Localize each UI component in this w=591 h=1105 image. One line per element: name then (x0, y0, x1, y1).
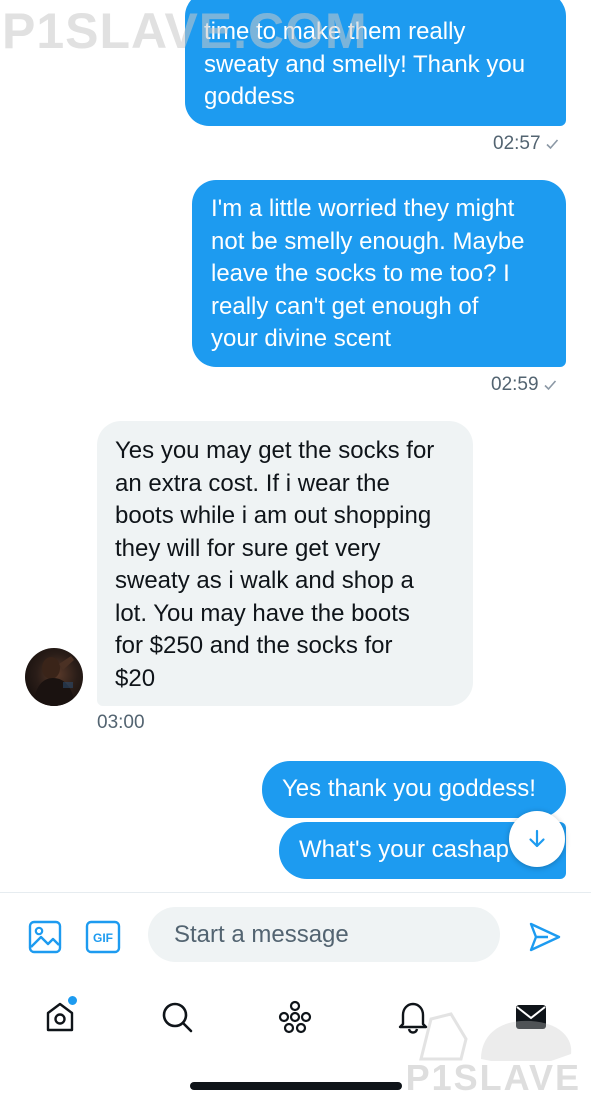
sent-check-icon (543, 380, 556, 391)
tab-spaces[interactable] (271, 993, 319, 1041)
mail-icon (516, 1005, 546, 1029)
add-media-button[interactable] (27, 919, 63, 955)
send-icon (529, 922, 561, 952)
message-timestamp: 02:59 (491, 374, 557, 396)
timestamp-text: 02:59 (491, 374, 539, 395)
message-composer: GIF (0, 892, 591, 976)
spaces-icon (278, 1000, 312, 1034)
tab-search[interactable] (153, 993, 201, 1041)
gif-label: GIF (93, 931, 113, 945)
message-bubble-incoming[interactable]: Yes you may get the socks for an extra c… (97, 421, 473, 706)
conversation[interactable]: time to make them really sweaty and smel… (0, 0, 591, 892)
avatar-photo (33, 656, 75, 706)
image-icon (28, 920, 62, 954)
sender-avatar[interactable] (25, 648, 83, 706)
bottom-navigation (0, 975, 591, 1105)
timestamp-text: 02:57 (493, 133, 541, 154)
tab-home[interactable] (36, 993, 84, 1041)
home-indicator (190, 1082, 402, 1090)
scroll-to-bottom-button[interactable] (509, 811, 565, 867)
tab-messages[interactable] (507, 993, 555, 1041)
message-timestamp: 03:00 (97, 712, 145, 734)
send-button[interactable] (527, 919, 563, 955)
notification-dot (67, 995, 78, 1006)
gif-icon: GIF (85, 920, 121, 954)
bell-icon (398, 1002, 428, 1034)
message-bubble-outgoing[interactable]: I'm a little worried they might not be s… (192, 180, 566, 367)
timestamp-text: 03:00 (97, 712, 145, 733)
tab-notifications[interactable] (389, 993, 437, 1041)
add-gif-button[interactable]: GIF (85, 919, 121, 955)
message-bubble-outgoing[interactable]: time to make them really sweaty and smel… (185, 0, 566, 126)
message-input[interactable] (148, 907, 500, 962)
message-bubble-outgoing[interactable]: Yes thank you goddess! (262, 761, 566, 818)
search-icon (162, 1002, 193, 1033)
arrow-down-icon (529, 829, 545, 848)
message-timestamp: 02:57 (493, 133, 559, 155)
sent-check-icon (545, 139, 558, 150)
